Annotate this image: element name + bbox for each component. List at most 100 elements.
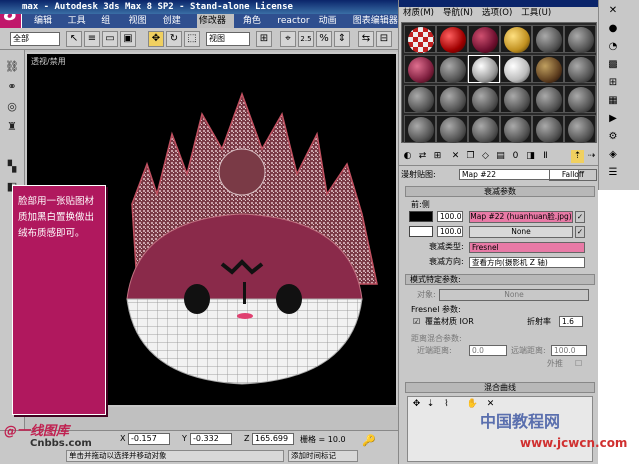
material-navigator-icon[interactable]: ☰ xyxy=(605,166,621,180)
falloff-params-rollout[interactable]: 衰减参数 xyxy=(405,186,595,197)
selection-filter-dropdown[interactable]: 全部 xyxy=(10,32,60,46)
angle-snap-icon[interactable]: 2.5 xyxy=(298,31,314,47)
material-slot[interactable] xyxy=(564,85,596,113)
select-by-name-icon[interactable]: ≡ xyxy=(84,31,100,47)
material-slot[interactable] xyxy=(500,115,532,143)
side-map-button[interactable]: None xyxy=(469,226,573,238)
put-to-library-icon[interactable]: ▤ xyxy=(494,150,507,163)
align-icon[interactable]: ⊟ xyxy=(376,31,392,47)
front-amount-field[interactable]: 100.0 xyxy=(437,211,463,222)
pivot-icon[interactable]: ⊞ xyxy=(256,31,272,47)
falloff-direction-dropdown[interactable]: 查看方向(摄影机 Z 轴) xyxy=(469,257,585,268)
get-material-icon[interactable]: ◐ xyxy=(401,150,414,163)
material-slot[interactable] xyxy=(404,115,436,143)
material-slot-active[interactable] xyxy=(468,55,500,83)
material-slot[interactable] xyxy=(564,55,596,83)
menu-modifiers[interactable]: 修改器(O) xyxy=(196,14,234,40)
menu-options[interactable]: 选项(O) xyxy=(482,7,512,20)
move-icon[interactable]: ✥ xyxy=(148,31,164,47)
link-icon[interactable]: ⛓ xyxy=(4,60,20,74)
make-unique-icon[interactable]: ◇ xyxy=(479,150,492,163)
y-coordinate-field[interactable]: -0.332 xyxy=(190,433,232,445)
map-type-button[interactable]: Falloff xyxy=(549,169,597,181)
material-slot[interactable] xyxy=(532,85,564,113)
extrapolate-checkbox[interactable]: ☐ xyxy=(575,359,582,369)
options-icon[interactable]: ⚙ xyxy=(605,130,621,144)
go-forward-icon[interactable]: ⇢ xyxy=(585,150,598,163)
menu-navigation[interactable]: 导航(N) xyxy=(443,7,473,20)
material-slot[interactable] xyxy=(436,85,468,113)
mix-curve-rollout[interactable]: 混合曲线 xyxy=(405,382,595,393)
menu-utilities[interactable]: 工具(U) xyxy=(521,7,551,20)
mode-params-rollout[interactable]: 模式特定参数: xyxy=(405,274,595,285)
ior-field[interactable]: 1.6 xyxy=(559,316,583,327)
snap-icon[interactable]: ⌖ xyxy=(280,31,296,47)
material-slot[interactable] xyxy=(500,55,532,83)
show-map-icon[interactable]: ◨ xyxy=(524,150,537,163)
menu-material[interactable]: 材质(M) xyxy=(403,7,434,20)
material-id-icon[interactable]: 0 xyxy=(509,150,522,163)
material-slot[interactable] xyxy=(436,55,468,83)
mirror-icon[interactable]: ⇆ xyxy=(358,31,374,47)
material-slot[interactable] xyxy=(468,115,500,143)
window-crossing-icon[interactable]: ▣ xyxy=(120,31,136,47)
select-icon[interactable]: ↖ xyxy=(66,31,82,47)
make-preview-icon[interactable]: ▶ xyxy=(605,112,621,126)
backlight-icon[interactable]: ◔ xyxy=(605,40,621,54)
material-slot[interactable] xyxy=(500,85,532,113)
make-copy-icon[interactable]: ❐ xyxy=(464,150,477,163)
go-to-parent-icon[interactable]: ⇡ xyxy=(571,150,584,163)
unlink-icon[interactable]: ⚭ xyxy=(4,80,20,94)
video-check-icon[interactable]: ▦ xyxy=(605,94,621,108)
side-map-toggle[interactable]: ✓ xyxy=(575,226,585,238)
menu-graph-editors[interactable]: 图表编辑器(D) xyxy=(353,14,400,40)
hierarchy-icon[interactable]: ♜ xyxy=(4,120,20,134)
menu-create[interactable]: 创建(C) xyxy=(163,14,188,40)
menu-edit[interactable]: 编辑(E) xyxy=(34,14,59,40)
front-color-swatch[interactable] xyxy=(409,211,433,222)
menu-views[interactable]: 视图(V) xyxy=(129,14,154,40)
material-slot[interactable] xyxy=(532,25,564,53)
select-by-material-icon[interactable]: ◈ xyxy=(605,148,621,162)
rotate-icon[interactable]: ↻ xyxy=(166,31,182,47)
insert-point-icon[interactable]: ⌇ xyxy=(440,398,453,411)
material-slot[interactable] xyxy=(500,25,532,53)
menu-animation[interactable]: 动画(A) xyxy=(319,14,344,40)
menu-reactor[interactable]: reactor xyxy=(277,14,309,28)
material-slot[interactable] xyxy=(532,55,564,83)
front-map-toggle[interactable]: ✓ xyxy=(575,211,585,223)
move-point-icon[interactable]: ✥ xyxy=(410,398,423,411)
reset-map-icon[interactable]: ✕ xyxy=(449,150,462,163)
scale-icon[interactable]: ⬚ xyxy=(184,31,200,47)
pan-icon[interactable]: ✋ xyxy=(466,398,479,411)
show-end-result-icon[interactable]: Ⅱ xyxy=(539,150,552,163)
scale-point-icon[interactable]: ⇣ xyxy=(424,398,437,411)
named-selection-icon[interactable]: ▚ xyxy=(4,160,20,174)
side-color-swatch[interactable] xyxy=(409,226,433,237)
background-icon[interactable]: ▩ xyxy=(605,58,621,72)
side-amount-field[interactable]: 100.0 xyxy=(437,226,463,237)
object-pick-button[interactable]: None xyxy=(439,289,589,301)
far-distance-field[interactable]: 100.0 xyxy=(551,345,587,356)
spinner-snap-icon[interactable]: ⇕ xyxy=(334,31,350,47)
material-slot[interactable] xyxy=(468,25,500,53)
material-slot[interactable] xyxy=(404,85,436,113)
near-distance-field[interactable]: 0.0 xyxy=(469,345,507,356)
put-to-scene-icon[interactable]: ⇄ xyxy=(416,150,429,163)
falloff-type-dropdown[interactable]: Fresnel xyxy=(469,242,585,253)
x-coordinate-field[interactable]: -0.157 xyxy=(128,433,170,445)
z-coordinate-field[interactable]: 165.699 xyxy=(252,433,294,445)
assign-material-icon[interactable]: ⊞ xyxy=(431,150,444,163)
menu-tools[interactable]: 工具(T) xyxy=(68,14,93,40)
override-ior-checkbox[interactable]: ☑ xyxy=(413,317,420,327)
percent-snap-icon[interactable]: % xyxy=(316,31,332,47)
bind-icon[interactable]: ◎ xyxy=(4,100,20,114)
material-slot[interactable] xyxy=(436,115,468,143)
material-slot[interactable] xyxy=(468,85,500,113)
material-slot[interactable] xyxy=(404,55,436,83)
menu-character[interactable]: 角色(H) xyxy=(243,14,269,40)
uv-tiling-icon[interactable]: ⊞ xyxy=(605,76,621,90)
material-slot[interactable] xyxy=(564,115,596,143)
sample-type-icon[interactable]: ● xyxy=(605,22,621,36)
material-slot[interactable] xyxy=(532,115,564,143)
